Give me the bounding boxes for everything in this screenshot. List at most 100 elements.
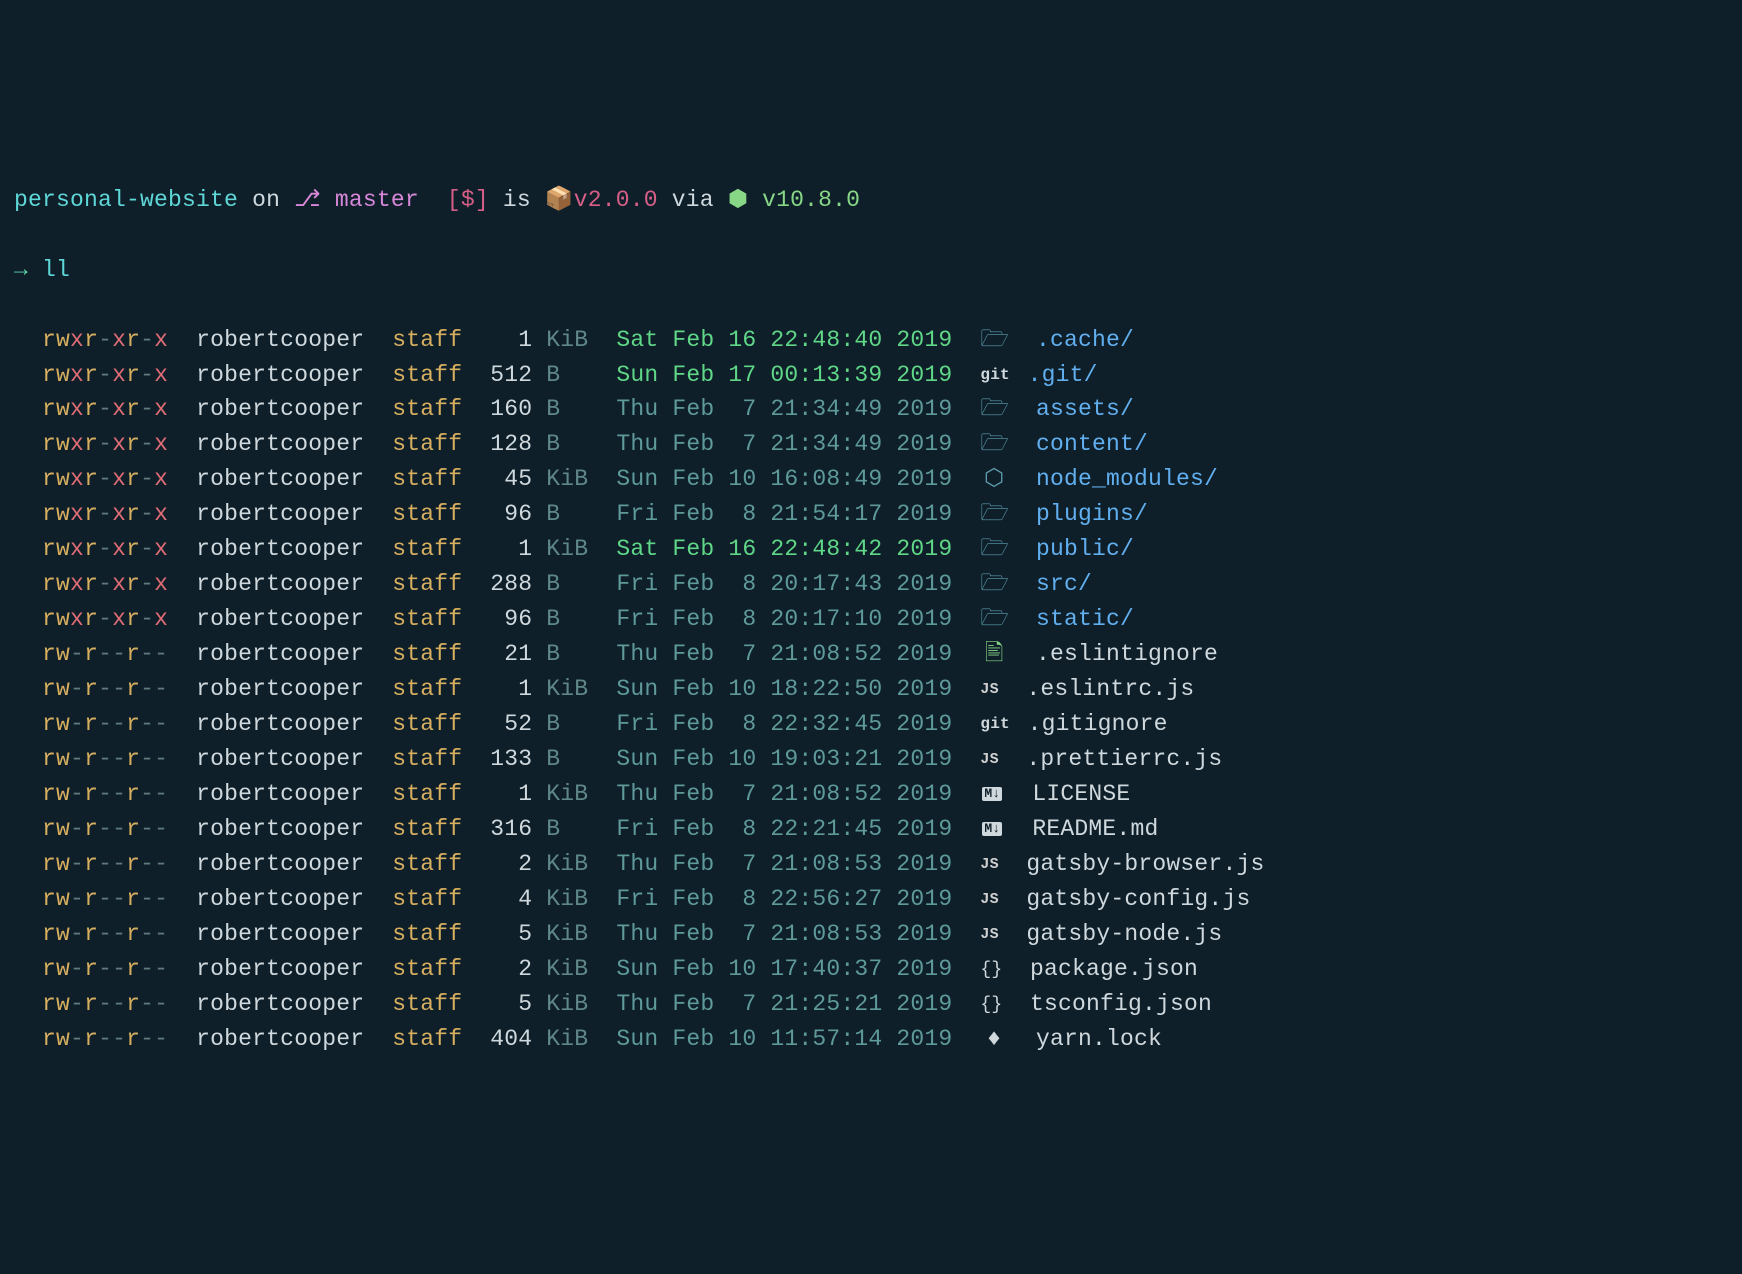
owner: robertcooper	[196, 956, 364, 982]
owner: robertcooper	[196, 362, 364, 388]
file-name: plugins/	[1036, 501, 1148, 527]
file-date: Thu Feb 7 21:25:21 2019	[616, 991, 952, 1017]
file-name: .eslintignore	[1036, 641, 1218, 667]
file-date: Sun Feb 10 16:08:49 2019	[616, 466, 952, 492]
markdown-icon: M↓	[982, 822, 1002, 836]
owner: robertcooper	[196, 466, 364, 492]
file-name: assets/	[1036, 396, 1134, 422]
group: staff	[392, 711, 462, 737]
js-icon: JS	[980, 679, 998, 702]
file-date: Fri Feb 8 21:54:17 2019	[616, 501, 952, 527]
group: staff	[392, 956, 462, 982]
group: staff	[392, 396, 462, 422]
prompt-is: is	[503, 187, 531, 213]
group: staff	[392, 676, 462, 702]
file-name: gatsby-config.js	[1026, 886, 1250, 912]
file-name: .git/	[1028, 362, 1098, 388]
owner: robertcooper	[196, 746, 364, 772]
group: staff	[392, 886, 462, 912]
list-item: rw-r--r-- robertcooper staff 404 KiB Sun…	[14, 1022, 1728, 1057]
size-value: 1	[490, 327, 532, 353]
file-date: Sun Feb 10 17:40:37 2019	[616, 956, 952, 982]
owner: robertcooper	[196, 606, 364, 632]
file-date: Sun Feb 17 00:13:39 2019	[616, 362, 952, 388]
file-name: package.json	[1030, 956, 1198, 982]
list-item: rwxr-xr-x robertcooper staff 1 KiB Sat F…	[14, 323, 1728, 358]
file-date: Fri Feb 8 22:21:45 2019	[616, 816, 952, 842]
file-icon: 🖹	[980, 637, 1008, 672]
file-date: Thu Feb 7 21:08:53 2019	[616, 851, 952, 877]
list-item: rw-r--r-- robertcooper staff 2 KiB Thu F…	[14, 847, 1728, 882]
json-icon: {}	[980, 957, 1002, 984]
file-date: Thu Feb 7 21:08:52 2019	[616, 641, 952, 667]
file-date: Thu Feb 7 21:08:52 2019	[616, 781, 952, 807]
size-value: 5	[490, 921, 532, 947]
owner: robertcooper	[196, 851, 364, 877]
folder-icon: 🗁	[980, 532, 1008, 567]
size-value: 1	[490, 536, 532, 562]
folder-icon: 🗁	[980, 427, 1008, 462]
size-unit: B	[546, 362, 588, 388]
list-item: rw-r--r-- robertcooper staff 316 B Fri F…	[14, 812, 1728, 847]
size-unit: KiB	[546, 536, 588, 562]
file-name: content/	[1036, 431, 1148, 457]
group: staff	[392, 991, 462, 1017]
size-value: 45	[490, 466, 532, 492]
group: staff	[392, 327, 462, 353]
list-item: rw-r--r-- robertcooper staff 1 KiB Thu F…	[14, 777, 1728, 812]
list-item: rw-r--r-- robertcooper staff 52 B Fri Fe…	[14, 707, 1728, 742]
size-value: 96	[490, 501, 532, 527]
list-item: rw-r--r-- robertcooper staff 5 KiB Thu F…	[14, 987, 1728, 1022]
owner: robertcooper	[196, 711, 364, 737]
size-unit: KiB	[546, 991, 588, 1017]
file-date: Fri Feb 8 22:56:27 2019	[616, 886, 952, 912]
group: staff	[392, 501, 462, 527]
git-icon: git	[980, 363, 999, 387]
file-date: Fri Feb 8 20:17:10 2019	[616, 606, 952, 632]
file-date: Sun Feb 10 18:22:50 2019	[616, 676, 952, 702]
size-value: 160	[490, 396, 532, 422]
size-unit: B	[546, 746, 588, 772]
terminal[interactable]: personal-website on ⎇ master [$] is 📦v2.…	[14, 148, 1728, 1092]
folder-icon: 🗁	[980, 602, 1008, 637]
command[interactable]: ll	[42, 257, 70, 283]
file-name: yarn.lock	[1036, 1026, 1162, 1052]
size-unit: B	[546, 501, 588, 527]
file-date: Thu Feb 7 21:34:49 2019	[616, 431, 952, 457]
group: staff	[392, 466, 462, 492]
js-icon: JS	[980, 889, 998, 912]
file-name: README.md	[1032, 816, 1158, 842]
file-name: src/	[1036, 571, 1092, 597]
list-item: rwxr-xr-x robertcooper staff 128 B Thu F…	[14, 427, 1728, 462]
size-unit: KiB	[546, 956, 588, 982]
file-name: .prettierrc.js	[1026, 746, 1222, 772]
git-status: [$]	[447, 187, 489, 213]
group: staff	[392, 816, 462, 842]
file-date: Thu Feb 7 21:34:49 2019	[616, 396, 952, 422]
file-name: gatsby-node.js	[1026, 921, 1222, 947]
file-date: Sat Feb 16 22:48:42 2019	[616, 536, 952, 562]
size-value: 288	[490, 571, 532, 597]
list-item: rwxr-xr-x robertcooper staff 1 KiB Sat F…	[14, 532, 1728, 567]
group: staff	[392, 571, 462, 597]
file-name: public/	[1036, 536, 1134, 562]
file-date: Sun Feb 10 19:03:21 2019	[616, 746, 952, 772]
owner: robertcooper	[196, 641, 364, 667]
node-icon: ⬢	[728, 187, 748, 213]
owner: robertcooper	[196, 991, 364, 1017]
list-item: rwxr-xr-x robertcooper staff 96 B Fri Fe…	[14, 497, 1728, 532]
file-date: Sat Feb 16 22:48:40 2019	[616, 327, 952, 353]
list-item: rw-r--r-- robertcooper staff 133 B Sun F…	[14, 742, 1728, 777]
file-name: .gitignore	[1028, 711, 1168, 737]
size-value: 404	[490, 1026, 532, 1052]
owner: robertcooper	[196, 571, 364, 597]
file-name: .cache/	[1036, 327, 1134, 353]
owner: robertcooper	[196, 676, 364, 702]
prompt-dir: personal-website	[14, 187, 238, 213]
git-icon: git	[980, 712, 999, 736]
list-item: rwxr-xr-x robertcooper staff 45 KiB Sun …	[14, 462, 1728, 497]
size-value: 2	[490, 956, 532, 982]
size-value: 96	[490, 606, 532, 632]
size-unit: KiB	[546, 886, 588, 912]
owner: robertcooper	[196, 536, 364, 562]
